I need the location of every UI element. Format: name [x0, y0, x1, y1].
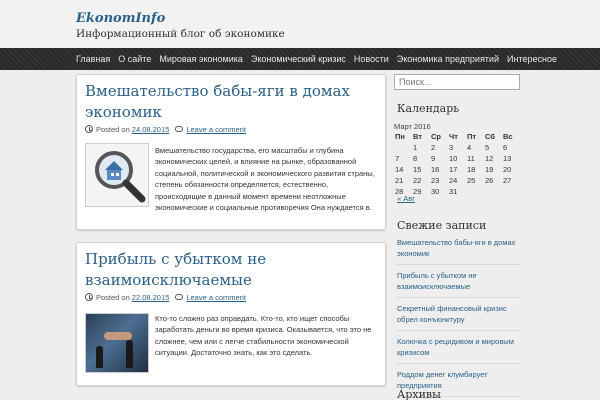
calendar-day: 10 [449, 154, 458, 163]
nav-item-world-economy[interactable]: Мировая экономика [159, 54, 243, 64]
calendar-day: 3 [449, 143, 454, 152]
post-thumbnail-magnifier[interactable] [85, 143, 149, 207]
nav-item-economic-crisis[interactable]: Экономический кризис [251, 54, 346, 64]
calendar-day: 21 [395, 176, 404, 185]
site-title[interactable]: EkonomInfo [76, 11, 165, 26]
weekday: Пт [467, 132, 477, 141]
post-excerpt: Кто-то сложно раз оправдать. Кто-то, кто… [155, 314, 372, 358]
calendar-day: 9 [431, 154, 436, 163]
calendar-day: 1 [413, 143, 418, 152]
calendar-day: 6 [503, 143, 508, 152]
weekday: Пн [395, 132, 405, 141]
calendar-prev-month-link[interactable]: « Авг [397, 194, 415, 203]
calendar-day: 7 [395, 154, 400, 163]
calendar-day: 8 [413, 154, 418, 163]
recent-posts-list: Вмешательство бабы-яги в домах экономик … [397, 238, 521, 400]
weekday: Сб [485, 132, 495, 141]
nav-item-enterprise-economy[interactable]: Экономика предприятий [397, 54, 499, 64]
calendar-day: 31 [449, 187, 458, 196]
calendar-day: 23 [431, 176, 440, 185]
handshake-image [104, 332, 132, 340]
calendar-day: 12 [485, 154, 494, 163]
recent-post-link[interactable]: Вмешательство бабы-яги в домах экономик [397, 238, 521, 265]
post-thumbnail-business-people[interactable] [85, 313, 149, 373]
calendar-day [502, 186, 520, 197]
calendar-week: 7 8 9 10 11 12 13 [394, 153, 520, 164]
calendar-day: 17 [449, 165, 458, 174]
calendar-week: 21 22 23 24 25 26 27 [394, 175, 520, 186]
magnifier-house-icon [86, 144, 148, 206]
calendar-week: 1 2 3 4 5 6 [394, 142, 520, 153]
calendar-day: 24 [449, 176, 458, 185]
post-meta: Posted on 24.08.2015 Leave a comment [85, 123, 246, 135]
site-description: Информационный блог об экономике [76, 28, 285, 40]
post-card: Прибыль с убытком не взаимоисключаемые P… [76, 242, 386, 386]
calendar-widget-title: Календарь [397, 102, 460, 115]
clock-icon [85, 293, 93, 301]
weekday: Ср [431, 132, 441, 141]
post-excerpt: Вмешательство государства, его масштабы … [155, 146, 375, 213]
weekday: Вт [413, 132, 422, 141]
person-silhouette [126, 340, 133, 368]
calendar-day: 30 [431, 187, 440, 196]
archives-title: Архивы [397, 388, 441, 400]
calendar-day: 14 [395, 165, 404, 174]
calendar-day: 4 [467, 143, 472, 152]
post-date-link[interactable]: 24.08.2015 [132, 125, 170, 134]
post-meta: Posted on 22.08.2015 Leave a comment [85, 291, 246, 303]
calendar-week: 14 15 16 17 18 19 20 [394, 164, 520, 175]
calendar-day: 16 [431, 165, 440, 174]
calendar-day: 27 [503, 176, 512, 185]
calendar-day: 22 [413, 176, 422, 185]
calendar-day: 26 [485, 176, 494, 185]
main-navigation: Главная О сайте Мировая экономика Эконом… [0, 48, 600, 70]
calendar-day [394, 142, 412, 153]
calendar-day: 20 [503, 165, 512, 174]
posted-on-label: Posted on [96, 124, 130, 134]
nav-list: Главная О сайте Мировая экономика Эконом… [76, 48, 565, 70]
calendar-day: 13 [503, 154, 512, 163]
calendar-day: 15 [413, 165, 422, 174]
nav-item-about[interactable]: О сайте [118, 54, 151, 64]
comment-icon [175, 294, 184, 300]
nav-item-news[interactable]: Новости [354, 54, 389, 64]
calendar-day: 5 [485, 143, 490, 152]
person-silhouette [96, 346, 103, 368]
calendar-weekdays: Пн Вт Ср Чт Пт Сб Вс [394, 131, 520, 142]
calendar-day [466, 186, 484, 197]
recent-post-link[interactable]: Прибыль с убытком не взаимоисключаемые [397, 271, 521, 298]
calendar-day: 25 [467, 176, 476, 185]
post-title[interactable]: Вмешательство бабы-яги в домах экономик [85, 81, 375, 123]
weekday: Чт [449, 132, 458, 141]
calendar-day: 11 [467, 154, 475, 163]
recent-post-link[interactable]: Секретный финансовый кризис обрел конъюн… [397, 304, 521, 331]
leave-comment-link[interactable]: Leave a comment [186, 293, 246, 302]
nav-item-interesting[interactable]: Интересное [507, 54, 557, 64]
leave-comment-link[interactable]: Leave a comment [186, 125, 246, 134]
calendar-caption: Март 2016 [394, 122, 431, 131]
recent-post-link[interactable]: Колючка с рецидивом и мировым кризисом [397, 337, 521, 364]
comment-icon [175, 126, 184, 132]
nav-item-home[interactable]: Главная [76, 54, 110, 64]
search-input[interactable] [394, 74, 520, 90]
calendar-day: 18 [467, 165, 476, 174]
posted-on-label: Posted on [96, 292, 130, 302]
site-header: EkonomInfo Информационный блог об эконом… [0, 0, 600, 48]
calendar-table: Пн Вт Ср Чт Пт Сб Вс 1 2 3 4 5 6 7 8 9 1… [394, 131, 520, 197]
weekday: Вс [503, 132, 513, 141]
clock-icon [85, 125, 93, 133]
post-card: Вмешательство бабы-яги в домах экономик … [76, 74, 386, 230]
recent-posts-title: Свежие записи [397, 219, 487, 232]
post-title[interactable]: Прибыль с убытком не взаимоисключаемые [85, 249, 375, 291]
post-date-link[interactable]: 22.08.2015 [132, 293, 170, 302]
calendar-day: 19 [485, 165, 494, 174]
calendar-day: 2 [431, 143, 436, 152]
calendar-day [484, 186, 502, 197]
